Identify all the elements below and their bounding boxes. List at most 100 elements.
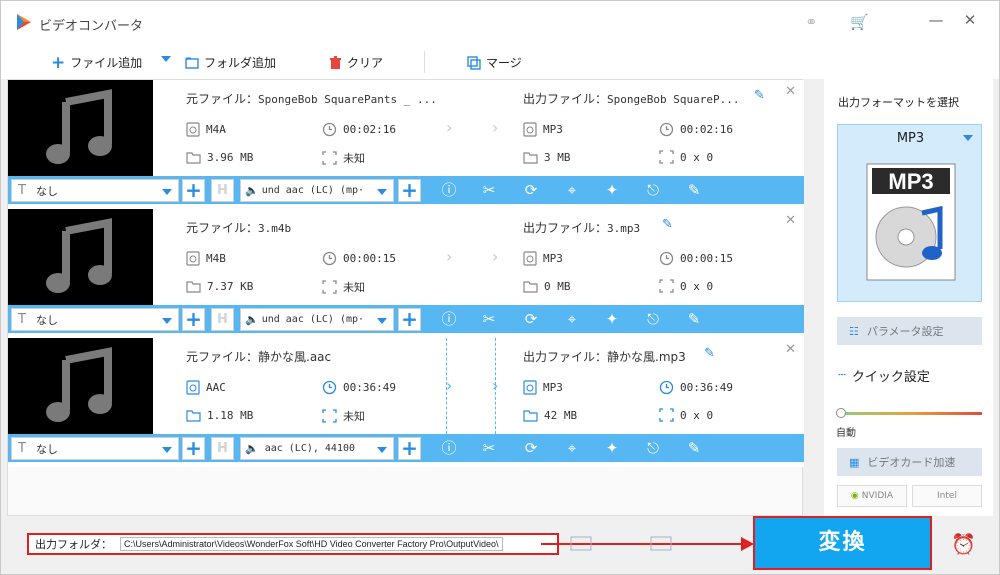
out-format-value: MP3 <box>543 252 563 265</box>
out-duration: 00:36:49 <box>659 380 733 395</box>
nvidia-logo-icon: ◉ <box>850 491 859 501</box>
crop-icon[interactable]: ⌖ <box>563 310 581 328</box>
subtitle-dropdown[interactable]: T なし <box>11 179 179 202</box>
add-subtitle-button[interactable]: + <box>182 437 205 460</box>
source-label: 元ファイル： <box>186 92 259 106</box>
app-logo-icon <box>17 14 31 30</box>
source-title: 元ファイル：3.m4b <box>186 219 291 236</box>
remove-item-icon[interactable]: ✕ <box>785 84 796 99</box>
chevron-down-icon <box>377 189 387 195</box>
out-format: MP3 <box>523 122 563 137</box>
quick-settings: ┄ クイック設定 <box>838 366 930 385</box>
edit-metadata-icon[interactable]: ✎ <box>685 181 703 199</box>
edit-name-icon[interactable]: ✎ <box>704 346 715 361</box>
rotate-icon[interactable]: ⟳ <box>522 439 540 457</box>
scissors-icon[interactable]: ✂ <box>480 181 498 199</box>
chevron-right-icon: › <box>446 376 453 395</box>
folder-size-icon <box>186 281 201 293</box>
edit-metadata-icon[interactable]: ✎ <box>685 439 703 457</box>
add-folder-button[interactable]: フォルダ追加 <box>185 54 276 71</box>
scissors-icon[interactable]: ✂ <box>480 439 498 457</box>
remove-item-icon[interactable]: ✕ <box>785 342 796 357</box>
magic-wand-icon[interactable]: ✦ <box>603 310 621 328</box>
add-file-button[interactable]: + ファイル追加 <box>51 54 142 71</box>
minimize-button[interactable]: — <box>924 11 948 33</box>
watermark-icon[interactable]: ⎋ <box>644 439 662 457</box>
gpu-accel-button[interactable]: ▦ ビデオカード加速 <box>837 448 982 476</box>
output-title: 出力ファイル：3.mp3 <box>523 219 640 236</box>
merge-label: マージ <box>486 56 522 70</box>
output-info: 出力ファイル：3.mp3 ✎ MP3 00:00:15 0 MB 0 x 0 <box>496 209 804 305</box>
format-selector[interactable]: MP3 MP3 <box>837 124 982 302</box>
crop-icon[interactable]: ⌖ <box>563 439 581 457</box>
close-button[interactable]: ✕ <box>958 11 982 33</box>
chevron-right-icon: › <box>446 118 453 137</box>
info-icon[interactable]: ⓘ <box>440 181 458 199</box>
info-icon[interactable]: ⓘ <box>440 439 458 457</box>
add-file-dropdown-icon[interactable] <box>161 56 171 62</box>
nvidia-option[interactable]: ◉ NVIDIA <box>837 485 907 507</box>
src-duration: 00:00:15 <box>322 251 396 266</box>
file-item[interactable]: 元ファイル：SpongeBob SquarePants _ ... M4A 00… <box>8 80 804 209</box>
item-divider: › › <box>446 209 498 305</box>
item-divider: › › <box>446 80 498 176</box>
remove-item-icon[interactable]: ✕ <box>785 213 796 228</box>
audio-track-dropdown[interactable]: 🔈 und aac (LC) (mp· <box>240 308 394 331</box>
scissors-icon[interactable]: ✂ <box>480 310 498 328</box>
plus-icon: + <box>51 52 66 73</box>
audio-value: aac (LC), 44100 <box>264 443 356 454</box>
alarm-clock-icon[interactable]: ⏰ <box>951 532 976 556</box>
add-audio-button[interactable]: + <box>398 179 421 202</box>
audio-track-dropdown[interactable]: 🔈 und aac (LC) (mp· <box>240 179 394 202</box>
cart-icon[interactable]: 🛒 <box>850 13 869 31</box>
edit-metadata-icon[interactable]: ✎ <box>685 310 703 328</box>
out-resolution-value: 0 x 0 <box>680 279 714 293</box>
audio-track-dropdown[interactable]: 🔈 aac (LC), 44100 <box>240 437 394 460</box>
watermark-icon[interactable]: ⎋ <box>644 310 662 328</box>
convert-button[interactable]: 変換 <box>753 516 932 570</box>
watermark-icon[interactable]: ⎋ <box>644 181 662 199</box>
src-resolution: 未知 <box>322 408 365 424</box>
subtitle-dropdown[interactable]: T なし <box>11 437 179 460</box>
quality-slider-track[interactable] <box>839 412 982 415</box>
info-icon[interactable]: ⓘ <box>440 310 458 328</box>
src-duration-value: 00:02:16 <box>343 123 396 136</box>
merge-button[interactable]: マージ <box>467 54 522 71</box>
svg-text:MP3: MP3 <box>888 169 933 194</box>
output-folder-field[interactable]: 出力フォルダ： C:\Users\Administrator\Videos\Wo… <box>27 533 559 555</box>
output-path[interactable]: C:\Users\Administrator\Videos\WonderFox … <box>120 537 503 551</box>
audio-file-icon <box>186 380 200 395</box>
key-icon[interactable]: ⚭ <box>805 13 818 31</box>
quality-slider-handle[interactable] <box>836 408 846 418</box>
file-item[interactable]: 元ファイル：3.m4b M4B 00:00:15 7.37 KB 未知 › › … <box>8 209 804 338</box>
src-resolution-value: 未知 <box>343 152 365 165</box>
magic-wand-icon[interactable]: ✦ <box>603 181 621 199</box>
subtitle-dropdown[interactable]: T なし <box>11 308 179 331</box>
rotate-icon[interactable]: ⟳ <box>522 310 540 328</box>
clear-label: クリア <box>347 56 384 70</box>
clear-button[interactable]: クリア <box>329 54 383 71</box>
thumbnail <box>8 209 153 305</box>
audio-file-icon <box>186 122 200 137</box>
item-control-bar: T なし + H 🔈 und aac (LC) (mp· + ⓘ ✂ ⟳ ⌖ ✦ ⎋… <box>8 176 804 204</box>
add-subtitle-button[interactable]: + <box>182 308 205 331</box>
add-audio-button[interactable]: + <box>398 437 421 460</box>
add-audio-button[interactable]: + <box>398 308 421 331</box>
intel-option[interactable]: Intel <box>912 485 982 507</box>
add-subtitle-button[interactable]: + <box>182 179 205 202</box>
edit-name-icon[interactable]: ✎ <box>662 217 673 232</box>
item-control-bar: T なし + H 🔈 aac (LC), 44100 + ⓘ ✂ ⟳ ⌖ ✦ ⎋ ✎ <box>8 434 804 462</box>
magic-wand-icon[interactable]: ✦ <box>603 439 621 457</box>
param-settings-button[interactable]: ☷ パラメータ設定 <box>837 317 982 345</box>
crop-icon[interactable]: ⌖ <box>563 181 581 199</box>
right-panel: 出力フォーマットを選択 MP3 MP3 ☷ パラメータ設定 ┄ クイック設定 自… <box>824 79 993 516</box>
output-title: 出力ファイル：SpongeBob SquareP... <box>523 90 739 107</box>
file-item[interactable]: 元ファイル：静かな風.aac AAC 00:36:49 1.18 MB 未知 ›… <box>8 338 804 467</box>
add-file-label: ファイル追加 <box>70 56 143 70</box>
resolution-icon <box>322 151 337 165</box>
source-info: 元ファイル：静かな風.aac AAC 00:36:49 1.18 MB 未知 <box>153 338 446 434</box>
folder-size-icon <box>186 152 201 164</box>
edit-name-icon[interactable]: ✎ <box>754 88 765 103</box>
file-list: 元ファイル：SpongeBob SquarePants _ ... M4A 00… <box>7 79 804 516</box>
rotate-icon[interactable]: ⟳ <box>522 181 540 199</box>
